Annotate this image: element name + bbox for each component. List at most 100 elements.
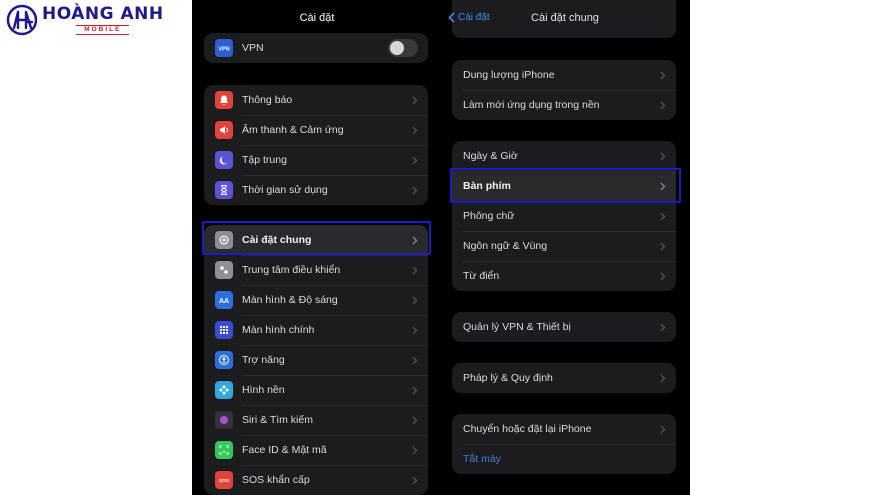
chevron-right-icon — [412, 296, 418, 304]
chevron-right-icon — [412, 186, 418, 194]
general-row-date-time[interactable]: Ngày & Giờ — [452, 141, 676, 171]
back-label: Cài đặt — [458, 12, 490, 23]
moon-icon — [215, 151, 233, 169]
general-group: Cài đặt chung Trung tâm điều khiển AA Mà… — [204, 225, 428, 495]
settings-row-vpn[interactable]: VPN VPN — [204, 33, 428, 63]
general-row-vpn-management[interactable]: Quản lý VPN & Thiết bị — [452, 312, 676, 342]
flower-icon — [215, 381, 233, 399]
general-row-label: Phông chữ — [463, 210, 515, 222]
settings-row-label: Tập trung — [242, 154, 287, 166]
chevron-right-icon — [412, 476, 418, 484]
svg-text:VPN: VPN — [218, 47, 229, 53]
chevron-right-icon — [660, 272, 666, 280]
settings-row-label: Face ID & Mật mã — [242, 444, 327, 456]
legal-group: Pháp lý & Quy định — [452, 363, 676, 393]
general-row-label: Quản lý VPN & Thiết bị — [463, 321, 571, 333]
chevron-right-icon — [412, 266, 418, 274]
settings-title-overlay: Cài đặt — [299, 12, 335, 24]
settings-row-label: Màn hình & Độ sáng — [242, 294, 338, 306]
general-row-label: Pháp lý & Quy định — [463, 372, 553, 384]
general-row-label: Ngày & Giờ — [463, 150, 518, 162]
general-row-fonts[interactable]: Phông chữ — [452, 201, 676, 231]
chevron-right-icon — [412, 96, 418, 104]
general-row-transfer-reset[interactable]: Chuyển hoặc đặt lại iPhone — [452, 414, 676, 444]
settings-row-label: Hình nền — [242, 384, 285, 396]
chevron-right-icon — [660, 212, 666, 220]
chevron-right-icon — [412, 386, 418, 394]
bell-icon — [215, 91, 233, 109]
accessibility-icon — [215, 351, 233, 369]
settings-row-label: Siri & Tìm kiếm — [242, 414, 313, 426]
general-navbar: Cài đặt Cài đặt chung — [440, 0, 690, 36]
settings-row-wallpaper[interactable]: Hình nền — [204, 375, 428, 405]
logo-sub-text: MOBILE — [76, 25, 130, 35]
locale-group: Ngày & Giờ Bàn phím Phông chữ Ngôn ngữ &… — [452, 141, 676, 291]
siri-icon — [215, 411, 233, 429]
vpn-management-group: Quản lý VPN & Thiết bị — [452, 312, 676, 342]
logo-mark-icon — [6, 4, 38, 36]
settings-row-label: Cài đặt chung — [242, 234, 312, 246]
storage-group: Dung lượng iPhone Làm mới ứng dụng trong… — [452, 60, 676, 120]
settings-row-siri[interactable]: Siri & Tìm kiếm — [204, 405, 428, 435]
text-size-icon: AA — [215, 291, 233, 309]
hourglass-icon — [215, 181, 233, 199]
settings-row-screen-time[interactable]: Thời gian sử dụng — [204, 175, 428, 205]
chevron-right-icon — [412, 326, 418, 334]
general-title: Cài đặt chung — [531, 12, 599, 24]
settings-row-control-center[interactable]: Trung tâm điều khiển — [204, 255, 428, 285]
chevron-right-icon — [660, 425, 666, 433]
settings-row-sos[interactable]: SOS SOS khẩn cấp — [204, 465, 428, 495]
speaker-icon — [215, 121, 233, 139]
settings-navbar-overlay: Cài đặt — [192, 0, 442, 36]
switches-icon — [215, 261, 233, 279]
settings-row-general[interactable]: Cài đặt chung — [204, 225, 428, 255]
vpn-group: VPN VPN — [204, 33, 428, 63]
shut-down-button[interactable]: Tắt máy — [452, 444, 676, 474]
svg-text:SOS: SOS — [219, 478, 230, 484]
settings-row-sounds[interactable]: Âm thanh & Cảm ứng — [204, 115, 428, 145]
notifications-group: Thông báo Âm thanh & Cảm ứng Tập trung T… — [204, 85, 428, 205]
back-button[interactable]: Cài đặt — [448, 12, 490, 23]
general-settings-screen: Cài đặt Cài đặt chung Dung lượng iPhone … — [440, 0, 690, 495]
settings-row-face-id[interactable]: Face ID & Mật mã — [204, 435, 428, 465]
settings-row-label: Trợ năng — [242, 354, 285, 366]
general-row-label: Từ điển — [463, 270, 500, 282]
general-row-label: Dung lượng iPhone — [463, 69, 555, 81]
general-row-language-region[interactable]: Ngôn ngữ & Vùng — [452, 231, 676, 261]
settings-row-label: SOS khẩn cấp — [242, 474, 310, 486]
chevron-right-icon — [412, 356, 418, 364]
general-row-dictionary[interactable]: Từ điển — [452, 261, 676, 291]
chevron-left-icon — [448, 12, 455, 23]
general-row-storage[interactable]: Dung lượng iPhone — [452, 60, 676, 90]
face-id-icon — [215, 441, 233, 459]
settings-row-notifications[interactable]: Thông báo — [204, 85, 428, 115]
general-row-label: Ngôn ngữ & Vùng — [463, 240, 548, 252]
settings-row-focus[interactable]: Tập trung — [204, 145, 428, 175]
settings-row-home-screen[interactable]: Màn hình chính — [204, 315, 428, 345]
sos-icon: SOS — [215, 471, 233, 489]
settings-screen: Cài đặt VPN VPN Thông báo Âm thanh & Cảm… — [192, 0, 442, 495]
shut-down-label: Tắt máy — [463, 453, 501, 465]
logo-main-text: HOÀNG ANH — [42, 4, 164, 24]
svg-text:AA: AA — [219, 298, 229, 305]
chevron-right-icon — [660, 374, 666, 382]
reset-group: Chuyển hoặc đặt lại iPhone Tắt máy — [452, 414, 676, 474]
chevron-right-icon — [660, 71, 666, 79]
general-row-keyboard[interactable]: Bàn phím — [452, 171, 676, 201]
brand-logo: HOÀNG ANH MOBILE — [6, 3, 164, 37]
chevron-right-icon — [412, 236, 418, 244]
settings-row-label: Thời gian sử dụng — [242, 184, 328, 196]
settings-row-accessibility[interactable]: Trợ năng — [204, 345, 428, 375]
vpn-icon: VPN — [215, 39, 233, 57]
general-row-label: Chuyển hoặc đặt lại iPhone — [463, 423, 592, 435]
chevron-right-icon — [660, 242, 666, 250]
vpn-toggle[interactable] — [388, 39, 418, 57]
general-row-background-refresh[interactable]: Làm mới ứng dụng trong nền — [452, 90, 676, 120]
chevron-right-icon — [660, 323, 666, 331]
gear-icon — [215, 231, 233, 249]
chevron-right-icon — [660, 152, 666, 160]
general-row-legal[interactable]: Pháp lý & Quy định — [452, 363, 676, 393]
settings-row-display[interactable]: AA Màn hình & Độ sáng — [204, 285, 428, 315]
general-row-label: Bàn phím — [463, 180, 511, 192]
general-row-label: Làm mới ứng dụng trong nền — [463, 99, 600, 111]
